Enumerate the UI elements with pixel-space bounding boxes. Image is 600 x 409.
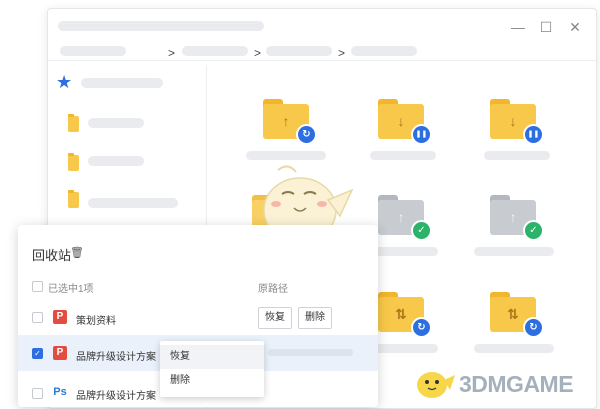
select-all-checkbox[interactable] [32, 281, 43, 292]
upload-icon: ↑ [282, 113, 290, 129]
breadcrumb-item[interactable] [182, 46, 248, 56]
check-icon: ✓ [411, 220, 432, 241]
file-name-placeholder [372, 247, 438, 256]
file-name-placeholder [246, 151, 326, 160]
ppt-icon: P [53, 346, 67, 360]
folder-icon [68, 114, 79, 132]
breadcrumb-item[interactable] [266, 46, 332, 56]
sidebar-item[interactable] [88, 198, 178, 208]
context-menu: 恢复 删除 [160, 341, 264, 397]
sync-icon: ↻ [411, 317, 432, 338]
breadcrumb-item[interactable] [351, 46, 417, 56]
sidebar-item[interactable] [88, 118, 144, 128]
maximize-icon[interactable]: ☐ [539, 20, 553, 34]
folder-uploaded[interactable]: ↑ ✓ [378, 195, 432, 241]
watermark-mascot-icon [417, 372, 455, 398]
folder-syncing[interactable]: ⇅ ↻ [490, 292, 544, 338]
original-path-placeholder [268, 349, 353, 356]
row-checkbox-checked[interactable]: ✓ [32, 348, 43, 359]
sidebar-item-favorites[interactable] [81, 78, 163, 88]
pause-icon: ❚❚ [523, 124, 544, 145]
sync-icon: ↻ [296, 124, 317, 145]
transfer-icon: ⇅ [395, 306, 407, 322]
toolbar-divider [48, 60, 596, 61]
ps-icon: Ps [53, 386, 67, 398]
breadcrumb-separator: > [254, 46, 262, 60]
file-name-placeholder [370, 151, 436, 160]
original-path-header: 原路径 [258, 284, 288, 295]
folder-icon [68, 153, 79, 171]
selected-count-label: 已选中1项 [48, 284, 94, 295]
download-icon: ↓ [397, 113, 405, 129]
upload-icon: ↑ [397, 209, 405, 225]
file-name: 品牌升级设计方案 [76, 352, 156, 363]
file-name-placeholder [474, 344, 554, 353]
watermark-text: 3DMGAME [459, 371, 574, 397]
close-icon[interactable]: ✕ [568, 20, 582, 34]
transfer-icon: ⇅ [507, 306, 519, 322]
ppt-icon: P [53, 310, 67, 324]
restore-button[interactable]: 恢复 [258, 307, 292, 329]
star-icon[interactable]: ★ [56, 72, 72, 93]
window-title-placeholder [58, 21, 264, 31]
file-name: 策划资料 [76, 316, 116, 327]
recycle-bin-title: 回收站 [32, 248, 72, 263]
file-name-placeholder [372, 344, 438, 353]
download-icon: ↓ [509, 113, 517, 129]
menu-item-delete[interactable]: 删除 [160, 369, 264, 393]
table-row[interactable]: P 策划资料 恢复 删除 [18, 299, 378, 335]
menu-item-restore[interactable]: 恢复 [160, 345, 264, 369]
folder-download-paused[interactable]: ↓ ❚❚ [490, 99, 544, 145]
watermark-logo: 3DMGAME [412, 366, 592, 400]
trash-icon[interactable]: 🗑 [70, 246, 84, 259]
table-header: 已选中1项 原路径 [18, 275, 378, 297]
sync-icon: ↻ [523, 317, 544, 338]
row-checkbox[interactable] [32, 388, 43, 399]
sidebar-item[interactable] [88, 156, 144, 166]
minimize-icon[interactable]: — [511, 20, 525, 34]
breadcrumb-separator: > [168, 46, 176, 60]
file-name-placeholder [484, 151, 550, 160]
nav-back-placeholder[interactable] [60, 46, 126, 56]
check-icon: ✓ [523, 220, 544, 241]
folder-uploading[interactable]: ↑ ↻ [263, 99, 317, 145]
folder-icon [68, 190, 79, 208]
pause-icon: ❚❚ [411, 124, 432, 145]
row-checkbox[interactable] [32, 312, 43, 323]
file-name: 品牌升级设计方案 [76, 391, 156, 402]
delete-button[interactable]: 删除 [298, 307, 332, 329]
file-name-placeholder [474, 247, 554, 256]
folder-uploaded[interactable]: ↑ ✓ [490, 195, 544, 241]
folder-download-paused[interactable]: ↓ ❚❚ [378, 99, 432, 145]
folder-syncing[interactable]: ⇅ ↻ [378, 292, 432, 338]
upload-icon: ↑ [509, 209, 517, 225]
breadcrumb-separator: > [338, 46, 346, 60]
